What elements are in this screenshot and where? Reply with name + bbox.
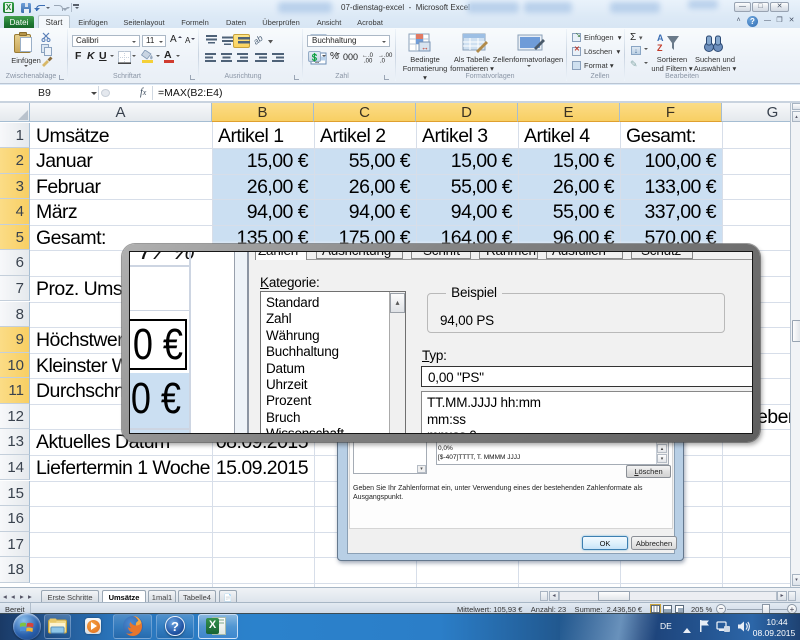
svg-text:A: A (657, 33, 664, 43)
svg-text:↔: ↔ (421, 43, 429, 52)
svg-text:,0: ,0 (380, 59, 386, 64)
svg-text:,00: ,00 (364, 59, 373, 64)
svg-text:ab: ab (251, 33, 265, 47)
svg-text:Z: Z (657, 43, 663, 53)
